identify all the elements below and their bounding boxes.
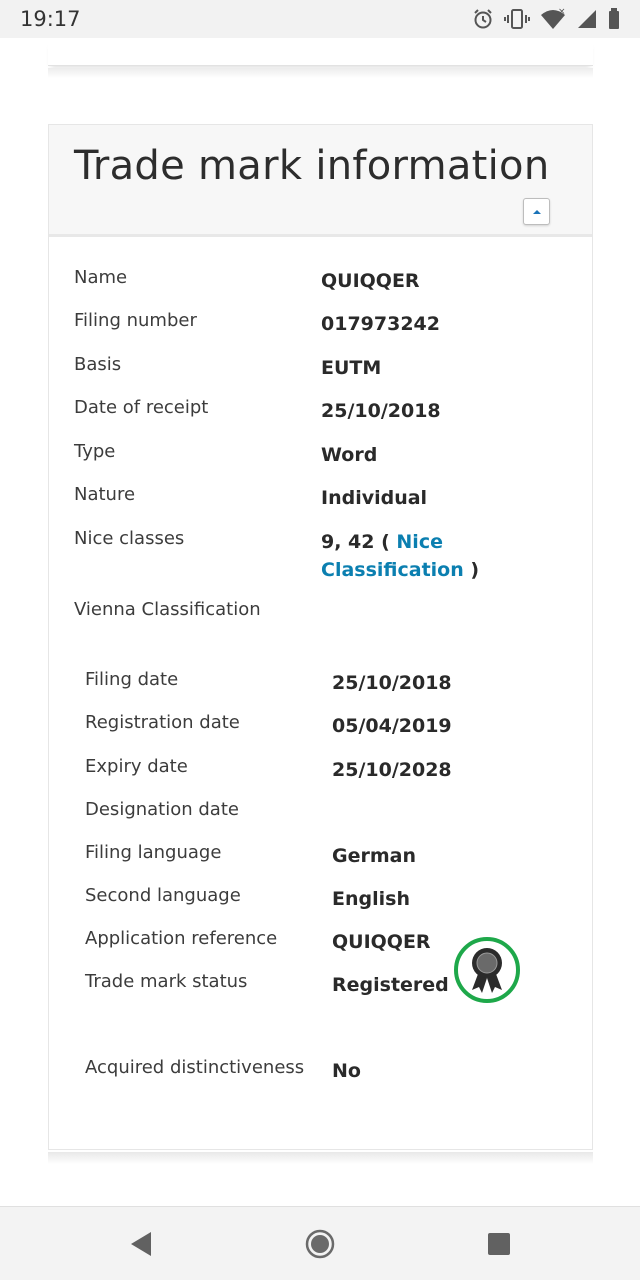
field-value: 25/10/2028 bbox=[332, 759, 452, 781]
svg-text:×: × bbox=[558, 8, 566, 17]
status-bar: 19:17 × bbox=[0, 0, 640, 38]
field-value: No bbox=[332, 1060, 361, 1082]
home-button[interactable] bbox=[305, 1229, 335, 1259]
page-content: Trade mark information Name QUIQQER Fili… bbox=[0, 38, 640, 1206]
back-icon bbox=[131, 1232, 151, 1256]
field-value: EUTM bbox=[321, 357, 382, 379]
field-label: Application reference bbox=[85, 928, 278, 949]
recents-icon bbox=[488, 1233, 510, 1255]
caret-up-icon bbox=[532, 209, 541, 214]
field-label: Basis bbox=[74, 354, 122, 375]
back-button[interactable] bbox=[125, 1229, 155, 1259]
vibrate-icon bbox=[504, 9, 530, 29]
collapse-button[interactable] bbox=[523, 198, 550, 225]
nice-classes-value: 9, 42 ( bbox=[321, 531, 397, 553]
recents-button[interactable] bbox=[484, 1229, 514, 1259]
field-value: 25/10/2018 bbox=[332, 672, 452, 694]
card-bottom-shadow bbox=[48, 1152, 593, 1164]
field-label: Second language bbox=[85, 885, 241, 906]
field-label: Date of receipt bbox=[74, 397, 209, 418]
field-value: 25/10/2018 bbox=[321, 400, 441, 422]
field-label: Name bbox=[74, 267, 128, 288]
field-value: 9, 42 ( Nice Classification ) bbox=[321, 528, 581, 584]
field-label: Filing number bbox=[74, 310, 197, 331]
field-value: 05/04/2019 bbox=[332, 715, 452, 737]
field-label: Designation date bbox=[85, 799, 239, 820]
field-label: Expiry date bbox=[85, 756, 188, 777]
home-icon bbox=[305, 1229, 335, 1259]
award-ribbon-icon bbox=[472, 948, 502, 993]
card-header: Trade mark information bbox=[49, 125, 592, 237]
field-label: Filing language bbox=[85, 842, 222, 863]
previous-card-shadow bbox=[48, 68, 593, 78]
registered-badge bbox=[454, 937, 520, 1003]
previous-card bbox=[48, 38, 593, 66]
field-value: QUIQQER bbox=[321, 270, 420, 292]
field-label: Filing date bbox=[85, 669, 179, 690]
status-icons: × bbox=[472, 8, 620, 30]
field-label: Vienna Classification bbox=[74, 599, 261, 620]
signal-icon bbox=[578, 10, 596, 28]
field-value: Word bbox=[321, 444, 378, 466]
battery-icon bbox=[609, 8, 619, 29]
field-label: Trade mark status bbox=[85, 971, 248, 992]
field-value: 017973242 bbox=[321, 313, 440, 335]
navigation-bar bbox=[0, 1206, 640, 1280]
field-label: Type bbox=[74, 441, 116, 462]
status-time: 19:17 bbox=[20, 7, 81, 31]
field-label: Nice classes bbox=[74, 528, 185, 549]
field-label: Acquired distinctiveness bbox=[85, 1057, 305, 1078]
field-label: Registration date bbox=[85, 712, 240, 733]
field-value: Individual bbox=[321, 487, 428, 509]
trade-mark-information-card: Trade mark information Name QUIQQER Fili… bbox=[48, 124, 593, 1150]
field-value: English bbox=[332, 888, 410, 910]
field-label: Nature bbox=[74, 484, 136, 505]
nice-classes-suffix: ) bbox=[463, 559, 480, 581]
field-value: German bbox=[332, 845, 416, 867]
wifi-icon: × bbox=[541, 8, 566, 29]
alarm-icon bbox=[474, 9, 492, 29]
card-title: Trade mark information bbox=[74, 143, 550, 189]
